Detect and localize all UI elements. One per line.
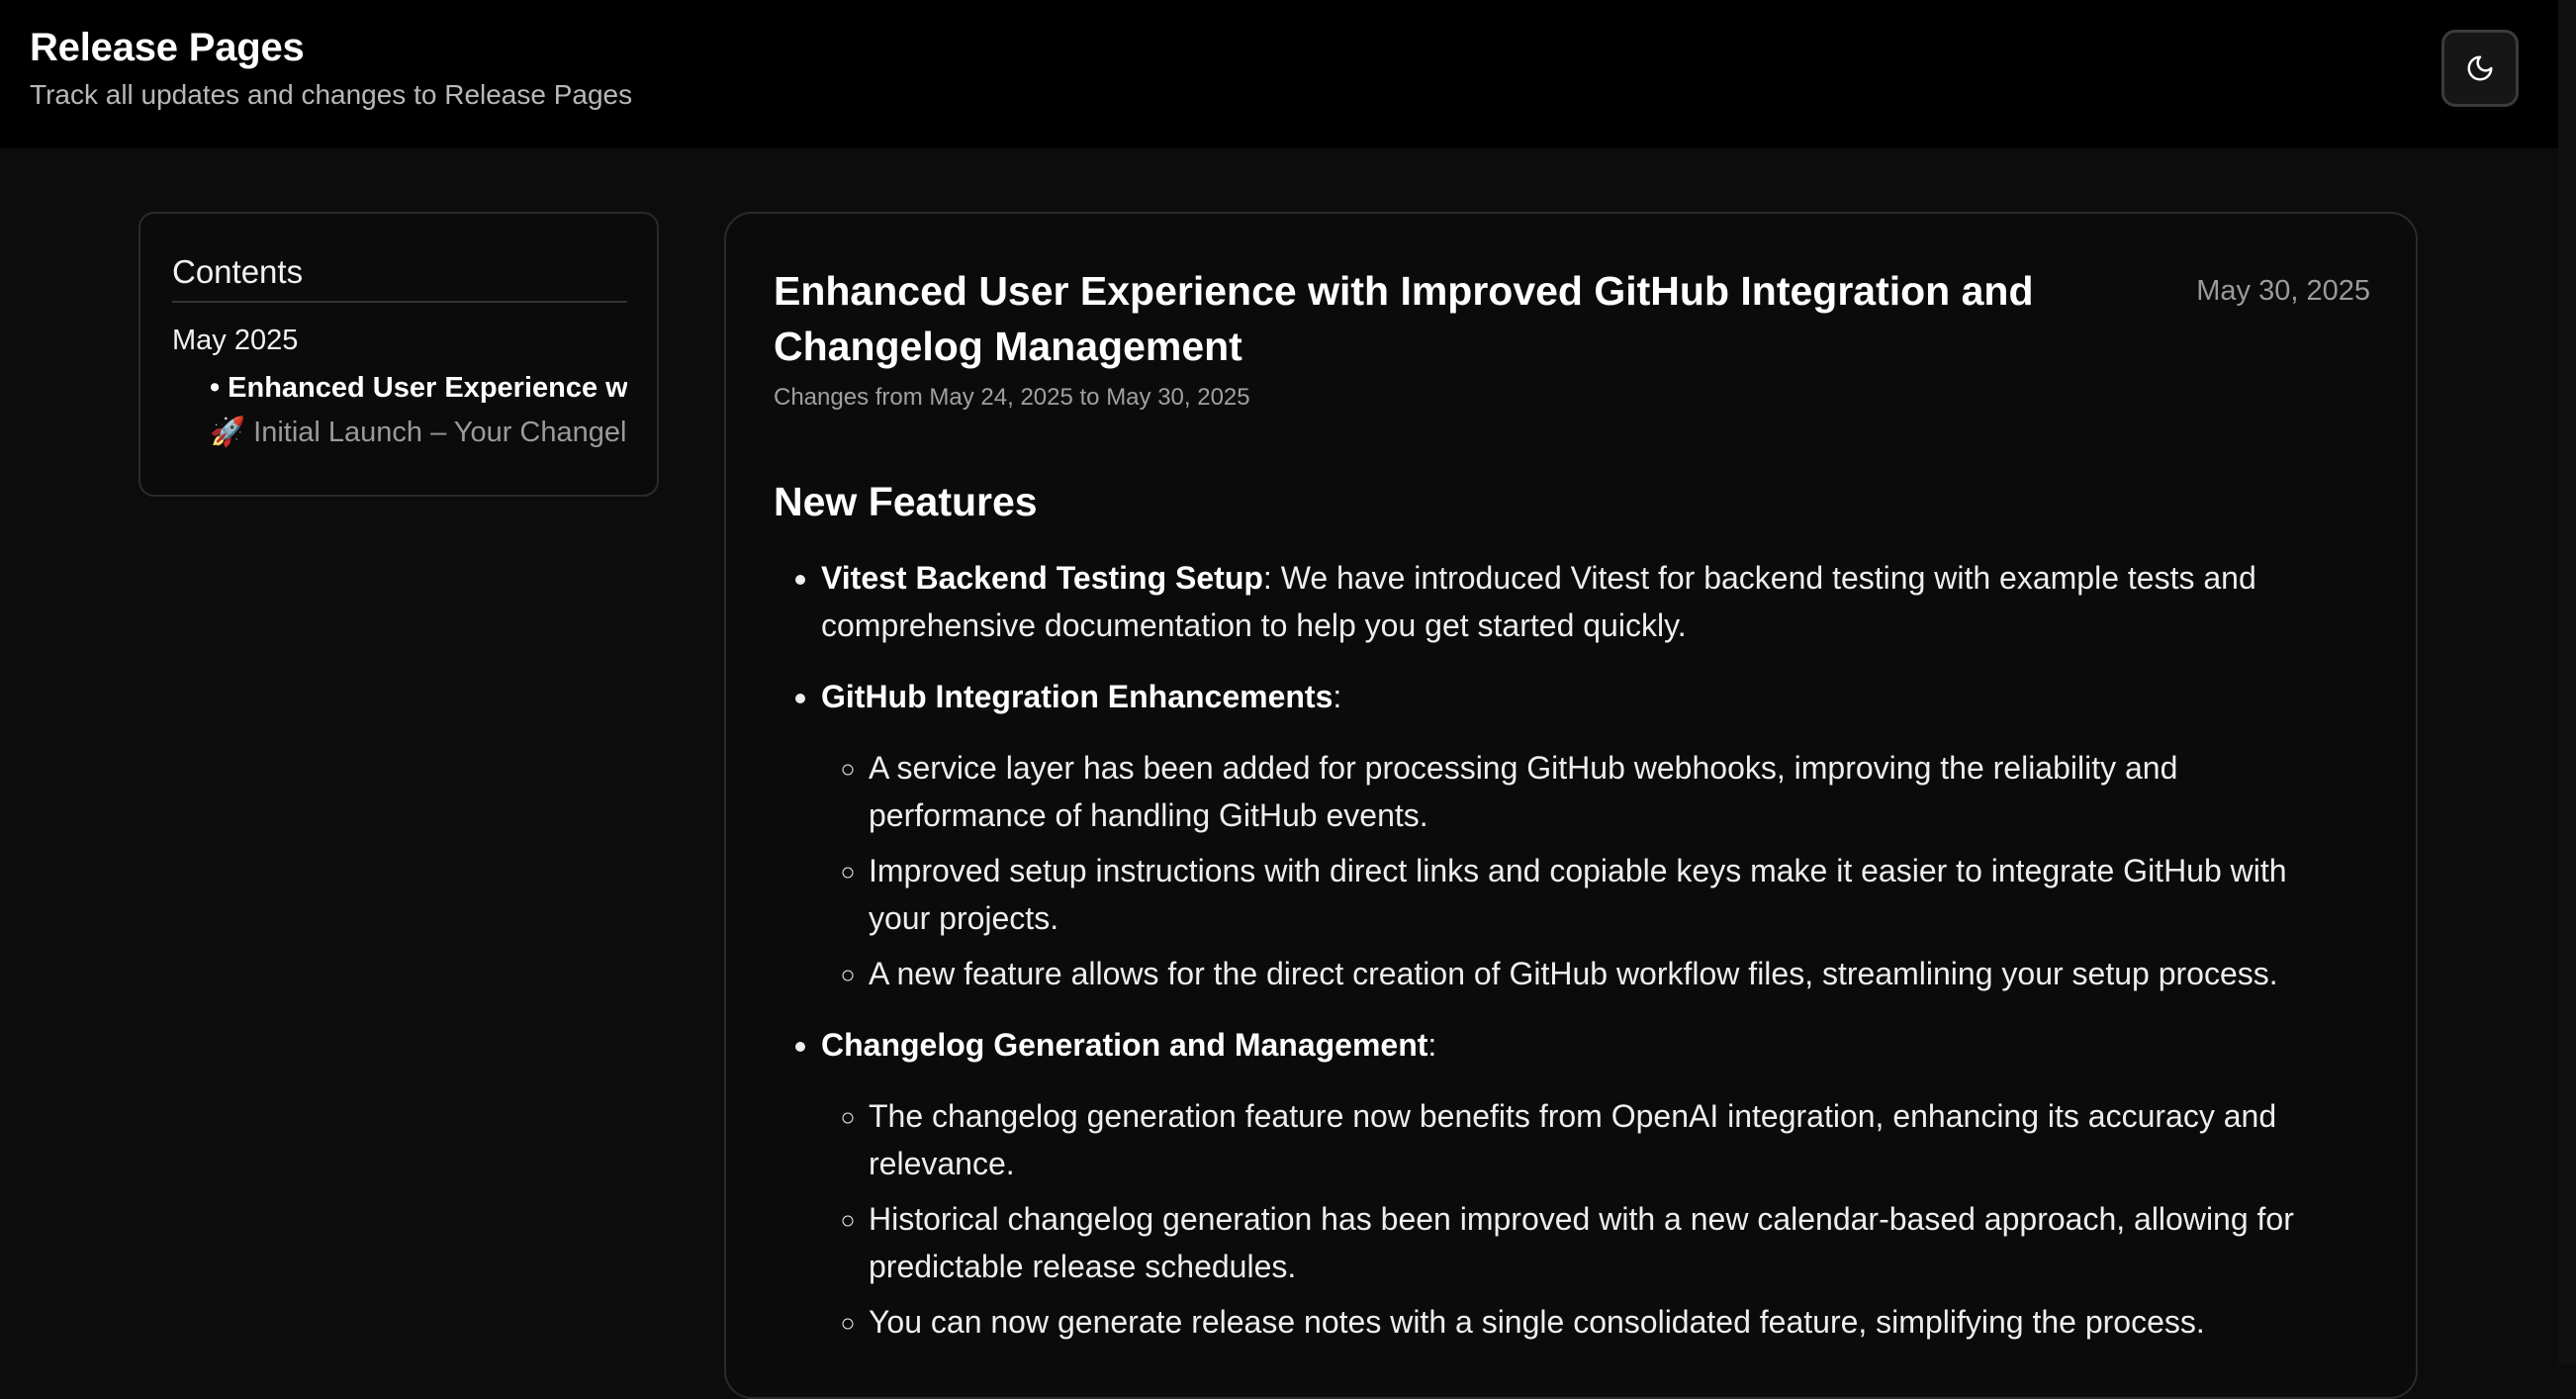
release-date: May 30, 2025 (2196, 275, 2370, 307)
app-title: Release Pages (30, 26, 305, 69)
toc-title: Contents (172, 253, 304, 290)
release-card: Enhanced User Experience with Improved G… (724, 212, 2418, 1399)
sub-feature-item: Improved setup instructions with direct … (869, 847, 2356, 942)
feature-name: Vitest Backend Testing Setup (821, 560, 1263, 596)
table-of-contents: Contents May 2025 • Enhanced User Experie… (138, 212, 659, 497)
page-scrollbar[interactable] (2558, 0, 2576, 1363)
feature-sublist: A service layer has been added for proce… (821, 744, 2356, 997)
sub-feature-item: A service layer has been added for proce… (869, 744, 2356, 839)
app-subtitle: Track all updates and changes to Release… (30, 79, 633, 110)
moon-icon (2467, 55, 2493, 81)
toc-item-label: 🚀 Initial Launch – Your Changelo (210, 417, 627, 448)
feature-item: Changelog Generation and Management: The… (821, 1021, 2356, 1346)
feature-item: Vitest Backend Testing Setup: We have in… (821, 554, 2356, 649)
toc-divider (172, 301, 627, 303)
features-list: Vitest Backend Testing Setup: We have in… (774, 554, 2356, 1346)
release-notes-body: Vitest Backend Testing Setup: We have in… (774, 554, 2356, 1369)
toc-item-label: Enhanced User Experience w (228, 372, 627, 404)
feature-sublist: The changelog generation feature now ben… (821, 1092, 2356, 1346)
app-header: Release Pages Track all updates and chan… (0, 0, 2558, 148)
feature-description: : (1333, 679, 1342, 714)
feature-name: GitHub Integration Enhancements (821, 679, 1334, 714)
toc-month-may-2025[interactable]: May 2025 (172, 325, 298, 357)
feature-item: GitHub Integration Enhancements: A servi… (821, 673, 2356, 997)
feature-description: : (1427, 1027, 1437, 1063)
toc-item-enhanced-user-experience[interactable]: • Enhanced User Experience w (210, 372, 627, 405)
release-title: Enhanced User Experience with Improved G… (774, 268, 2034, 369)
theme-toggle-button[interactable] (2441, 30, 2519, 107)
bullet-icon: • (210, 372, 221, 404)
sub-feature-item: Historical changelog generation has been… (869, 1195, 2356, 1290)
sub-feature-item: You can now generate release notes with … (869, 1298, 2356, 1346)
toc-item-initial-launch[interactable]: 🚀 Initial Launch – Your Changelo (210, 416, 627, 449)
sub-feature-item: The changelog generation feature now ben… (869, 1092, 2356, 1187)
release-date-range: Changes from May 24, 2025 to May 30, 202… (774, 384, 1250, 411)
sub-feature-item: A new feature allows for the direct crea… (869, 950, 2356, 997)
section-heading-new-features: New Features (774, 479, 1038, 524)
feature-name: Changelog Generation and Management (821, 1027, 1428, 1063)
